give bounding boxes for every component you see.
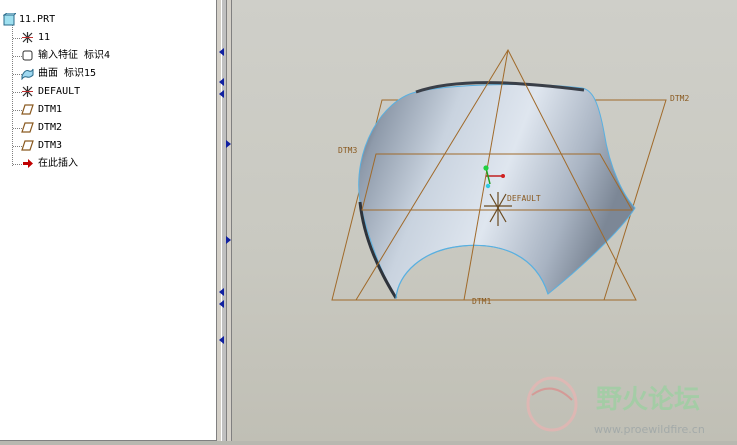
datum-label-dtm1[interactable]: DTM1 (472, 297, 491, 306)
surface-icon (21, 68, 34, 80)
tree-item-label: DTM3 (38, 140, 63, 151)
site-watermark: 野火论坛 www.proewildfire.cn (526, 376, 705, 436)
tree-item-label: 曲面 标识15 (38, 68, 97, 79)
tree-item-label: DTM1 (38, 104, 63, 115)
watermark-site-name: 野火论坛 (596, 385, 700, 415)
import-feature-icon (22, 50, 33, 61)
watermark-url: www.proewildfire.cn (594, 423, 705, 436)
tree-item-label: DEFAULT (38, 86, 81, 97)
collapse-left-arrow-icon[interactable] (219, 300, 224, 308)
collapse-left-arrow-icon[interactable] (219, 48, 224, 56)
panel-splitter[interactable] (217, 0, 231, 441)
datum-label-dtm3[interactable]: DTM3 (338, 146, 357, 155)
tree-connector-line (12, 24, 13, 166)
datum-plane-icon (21, 140, 34, 151)
tree-item-label: DTM2 (38, 122, 63, 133)
graphics-viewport[interactable]: DTM2 DTM3 DTM1 DEFAULT 野火论坛 www.proewild… (231, 0, 737, 441)
curved-surface[interactable] (358, 84, 636, 300)
coordinate-system-icon (22, 32, 33, 43)
part-icon (3, 13, 16, 26)
collapse-left-arrow-icon[interactable] (219, 336, 224, 344)
csys-label-default[interactable]: DEFAULT (507, 194, 541, 203)
model-tree-panel: 11.PRT 11 输入特征 标识4 曲面 标识15 DEFAULT DTM1 … (0, 0, 217, 441)
datum-plane-icon (21, 104, 34, 115)
watermark-logo-icon (526, 376, 578, 432)
datum-plane-icon (21, 122, 34, 133)
model-graphics[interactable]: DTM2 DTM3 DTM1 DEFAULT 野火论坛 www.proewild… (232, 0, 737, 441)
collapse-left-arrow-icon[interactable] (219, 288, 224, 296)
tree-item-label: 11 (38, 32, 51, 43)
coordinate-system-icon (22, 86, 33, 97)
tree-root-label: 11.PRT (19, 14, 56, 25)
collapse-left-arrow-icon[interactable] (219, 78, 224, 86)
insert-here-arrow-icon (23, 159, 33, 168)
datum-label-dtm2[interactable]: DTM2 (670, 94, 689, 103)
splitter-bar[interactable] (221, 0, 227, 441)
collapse-left-arrow-icon[interactable] (219, 90, 224, 98)
tree-item-label: 在此插入 (38, 158, 78, 169)
bottom-border (0, 441, 737, 445)
tree-item-label: 输入特征 标识4 (38, 50, 111, 61)
